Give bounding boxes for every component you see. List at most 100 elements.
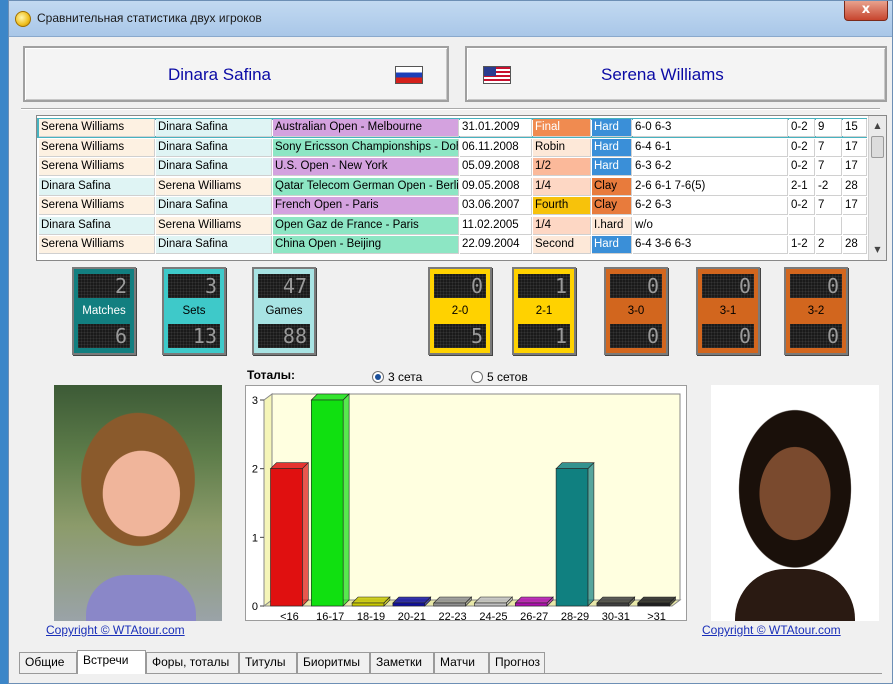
x-tick-label: <16	[280, 611, 299, 620]
round-cell: Fourth	[533, 197, 591, 215]
bar-24-25	[474, 602, 507, 607]
stat-value-bottom: 6	[78, 324, 130, 348]
loser-cell: Dinara Safina	[156, 119, 272, 137]
bar-top	[432, 596, 473, 604]
totals-chart-svg: 0 1 2 3 <16 16-17 18-19 20-21 22-23 24-25 26-27 28-…	[252, 393, 682, 623]
tournament-cell: U.S. Open - New York	[273, 158, 459, 176]
stat-value-bottom: 0	[790, 324, 842, 348]
stat-value-top: 1	[518, 274, 570, 298]
bar-top	[596, 596, 636, 604]
sets-cell: 2-1	[789, 177, 815, 196]
tab-2[interactable]: Встречи	[77, 650, 146, 674]
surface-cell: Hard	[592, 119, 632, 137]
sets-cell	[789, 216, 815, 235]
loser-cell: Dinara Safina	[156, 158, 272, 176]
score-cell: 6-4 3-6 6-3	[633, 236, 788, 254]
tab-1[interactable]: Общие	[19, 652, 77, 673]
bar-28-29	[555, 468, 589, 607]
bar-top	[555, 462, 595, 469]
loser-cell: Dinara Safina	[156, 236, 272, 254]
russia-flag-icon	[395, 66, 423, 84]
x-tick-label: 24-25	[479, 611, 507, 620]
stat-value-bottom: 13	[168, 324, 220, 348]
round-cell: Robin	[533, 138, 591, 157]
x-tick-label: 20-21	[398, 611, 426, 620]
stat-value-top: 2	[78, 274, 130, 298]
table-row[interactable]: Serena Williams Dinara Safina China Open -…	[37, 235, 867, 255]
stat-value-bottom: 0	[702, 324, 754, 348]
tab-5[interactable]: Биоритмы	[297, 652, 370, 673]
score-cell: 6-0 6-3	[633, 119, 788, 137]
date-cell: 09.05.2008	[460, 177, 532, 196]
diff-cell: 2	[816, 236, 842, 254]
stat-tile-sets: 3 Sets 13	[162, 267, 226, 355]
player-right-box: Serena Williams	[465, 46, 887, 102]
tab-4[interactable]: Титулы	[239, 652, 297, 673]
games-cell: 17	[843, 138, 867, 157]
stat-label: 3-1	[719, 305, 737, 317]
totals-chart: 0 1 2 3 <16 16-17 18-19 20-21 22-23 24-25 26-27 28-…	[245, 385, 687, 623]
matches-table[interactable]: ▲ ▼ Serena Williams Dinara Safina Australi…	[36, 115, 887, 261]
stat-tile-2-1: 1 2-1 1	[512, 267, 576, 355]
stat-label: 2-0	[451, 305, 469, 317]
scroll-up-icon[interactable]: ▲	[869, 118, 886, 134]
title-bar[interactable]: Сравнительная статистика двух игроков x	[9, 1, 892, 37]
app-window: Сравнительная статистика двух игроков x …	[8, 0, 893, 684]
close-button[interactable]: x	[844, 1, 888, 21]
table-row[interactable]: Dinara Safina Serena Williams Open Gaz de …	[37, 216, 867, 236]
bar-side	[302, 461, 309, 607]
radio-5-sets[interactable]: 5 сетов	[471, 370, 528, 384]
y-tick-label: 2	[252, 464, 258, 476]
sets-cell: 0-2	[789, 119, 815, 137]
scroll-thumb[interactable]	[871, 136, 884, 158]
window-title: Сравнительная статистика двух игроков	[37, 11, 262, 25]
table-row[interactable]: Serena Williams Dinara Safina U.S. Open - …	[37, 157, 867, 177]
x-tick-label: 16-17	[316, 611, 344, 620]
bar-16-17	[310, 399, 344, 607]
surface-cell: Hard	[592, 138, 632, 157]
table-row[interactable]: Serena Williams Dinara Safina Australian O…	[37, 118, 867, 138]
player-right-name: Serena Williams	[601, 65, 724, 84]
score-cell: 6-3 6-2	[633, 158, 788, 176]
bar--16	[270, 468, 303, 607]
x-tick-label: 18-19	[357, 611, 385, 620]
stat-tile-2-0: 0 2-0 5	[428, 267, 492, 355]
loser-cell: Dinara Safina	[156, 197, 272, 215]
winner-cell: Serena Williams	[39, 138, 155, 157]
winner-cell: Serena Williams	[39, 158, 155, 176]
games-cell: 17	[843, 197, 867, 215]
tab-6[interactable]: Заметки	[370, 652, 434, 673]
stat-tile-3-0: 0 3-0 0	[604, 267, 668, 355]
copyright-link-right[interactable]: Copyright © WTAtour.com	[702, 623, 841, 637]
player-right-photo	[711, 385, 879, 621]
diff-cell: 9	[816, 119, 842, 137]
tab-7[interactable]: Матчи	[434, 652, 489, 673]
stat-label: 3-2	[807, 305, 825, 317]
round-cell: 1/4	[533, 177, 591, 196]
app-icon	[15, 11, 31, 27]
tournament-cell: French Open - Paris	[273, 197, 459, 215]
tab-3[interactable]: Форы, тоталы	[146, 652, 239, 673]
surface-cell: Clay	[592, 177, 632, 196]
scroll-down-icon[interactable]: ▼	[869, 242, 886, 258]
score-cell: 2-6 6-1 7-6(5)	[633, 177, 788, 196]
radio-3-sets[interactable]: 3 сета	[372, 370, 422, 384]
surface-cell: I.hard	[592, 216, 632, 235]
games-cell: 15	[843, 119, 867, 137]
bar--31	[637, 602, 670, 607]
x-tick-label: >31	[647, 611, 666, 620]
radio-5-sets-label: 5 сетов	[487, 370, 528, 384]
round-cell: 1/4	[533, 216, 591, 235]
winner-cell: Dinara Safina	[39, 177, 155, 196]
sets-cell: 0-2	[789, 138, 815, 157]
table-row[interactable]: Serena Williams Dinara Safina Sony Ericsso…	[37, 138, 867, 158]
table-scrollbar[interactable]: ▲ ▼	[868, 116, 886, 260]
surface-cell: Hard	[592, 158, 632, 176]
bar-top	[636, 596, 677, 604]
tab-8[interactable]: Прогноз	[489, 652, 545, 673]
table-row[interactable]: Serena Williams Dinara Safina French Open …	[37, 196, 867, 216]
copyright-link-left[interactable]: Copyright © WTAtour.com	[46, 623, 185, 637]
radio-unselected-icon	[471, 371, 483, 383]
table-row[interactable]: Dinara Safina Serena Williams Qatar Teleco…	[37, 177, 867, 197]
bar-30-31	[596, 602, 630, 607]
